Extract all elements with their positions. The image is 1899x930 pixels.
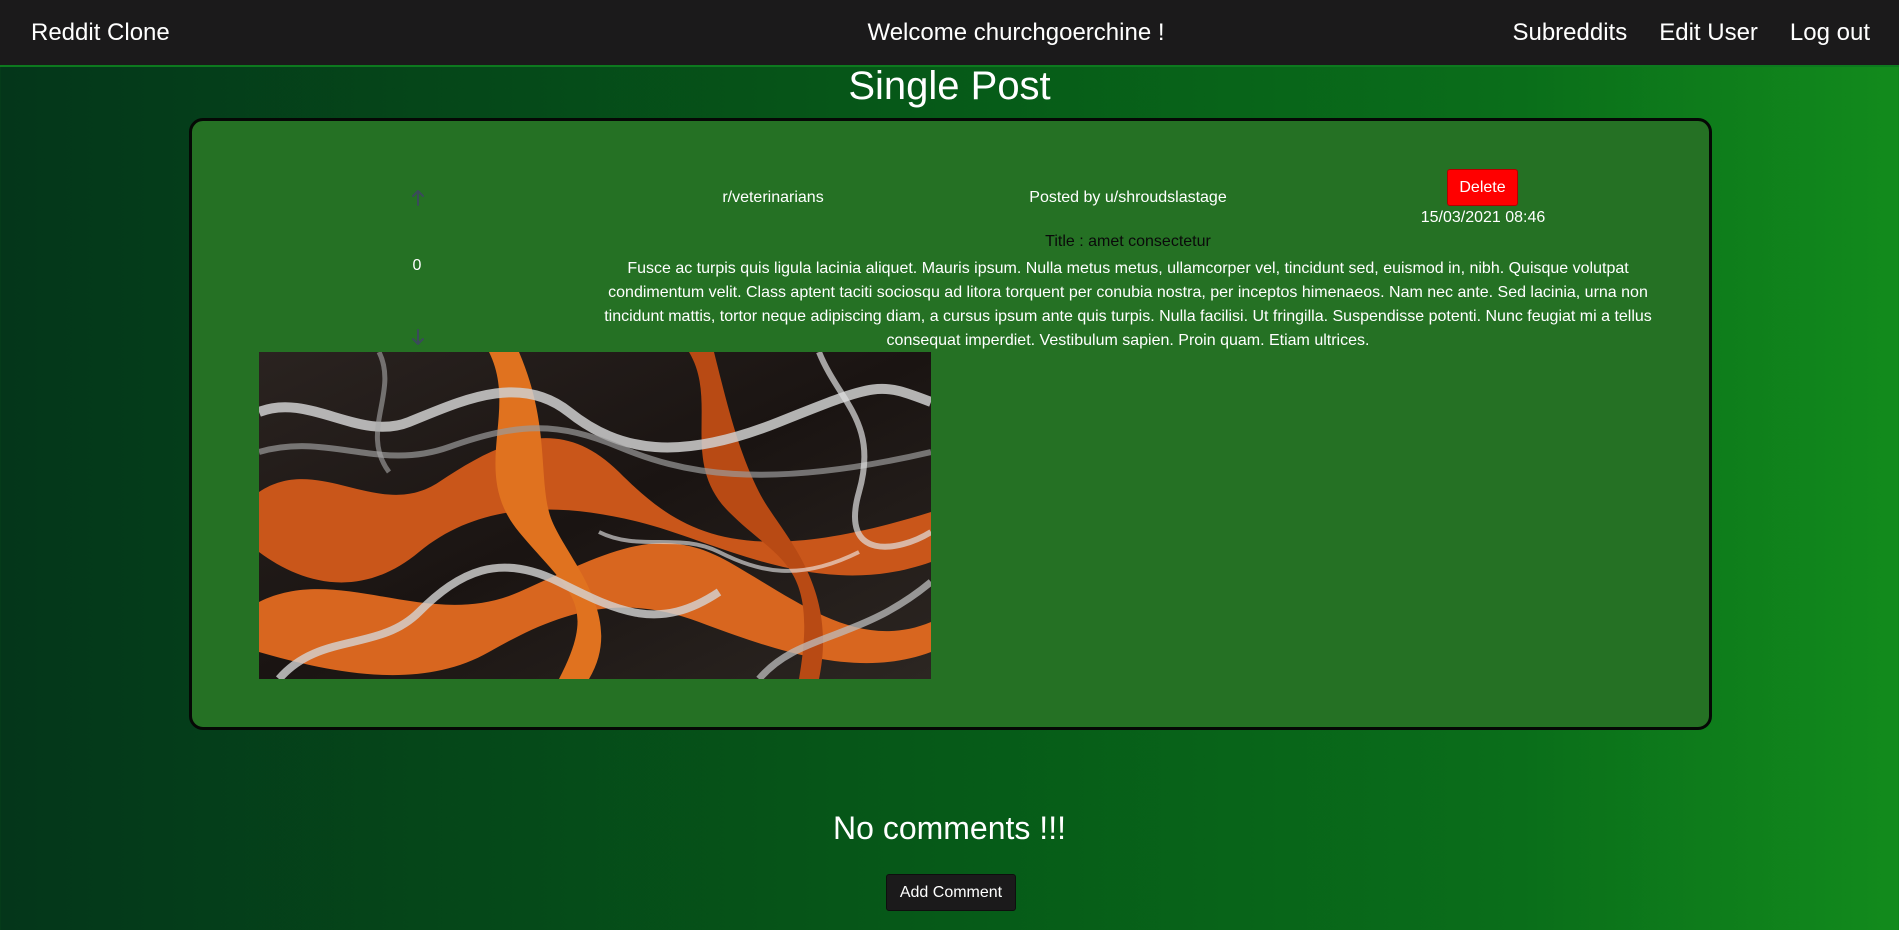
nav-subreddits-link[interactable]: Subreddits [1512, 19, 1627, 47]
post-image [259, 352, 931, 679]
post-date: 15/03/2021 08:46 [1420, 209, 1546, 226]
post-title: Title : amet consectetur [1045, 233, 1211, 250]
nav-log-out-link[interactable]: Log out [1790, 19, 1870, 47]
delete-post-button[interactable]: Delete [1447, 169, 1518, 206]
page-title: Single Post [848, 64, 1051, 108]
vote-count: 0 [412, 257, 422, 274]
post-body: Fusce ac turpis quis ligula lacinia aliq… [604, 260, 1652, 349]
arrow-down-icon[interactable] [410, 327, 426, 347]
subreddit-link[interactable]: r/veterinarians [673, 189, 873, 207]
nav-edit-user-link[interactable]: Edit User [1659, 19, 1758, 47]
arrow-up-icon[interactable] [410, 188, 426, 208]
add-comment-button[interactable]: Add Comment [886, 874, 1016, 911]
no-comments-message: No comments !!! [833, 810, 1066, 846]
nav-links: Subreddits Edit User Log out [1512, 19, 1870, 47]
post-author: Posted by u/shroudslastage [1029, 189, 1227, 206]
navbar: Reddit Clone Welcome churchgoerchine ! S… [0, 0, 1899, 67]
